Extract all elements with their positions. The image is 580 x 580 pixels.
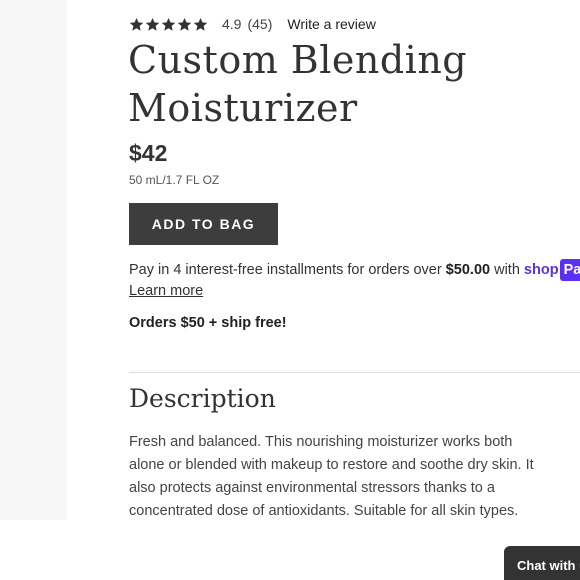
product-price: $42 [129,140,168,166]
write-review-link[interactable]: Write a review [287,16,375,32]
product-title: Custom Blending Moisturizer [128,38,468,130]
section-divider [129,372,580,373]
star-icon [193,17,208,32]
star-icon [177,17,192,32]
image-gallery-panel [0,0,67,520]
shop-pay-logo-text: shop [523,262,559,278]
star-icon [161,17,176,32]
rating-row: 4.9 (45) Write a review [129,14,376,34]
installments-message: Pay in 4 interest-free installments for … [129,259,580,281]
chat-button[interactable]: Chat with us [504,546,580,580]
review-count[interactable]: (45) [247,16,272,32]
product-page: 4.9 (45) Write a review Custom Blending … [0,0,580,580]
rating-value: 4.9 [222,16,242,32]
shop-pay-logo-box: Pay [559,259,580,281]
star-rating [129,17,208,32]
shipping-promo: Orders $50 + ship free! [129,315,287,331]
installments-amount: $50.00 [445,262,491,278]
add-to-bag-button[interactable]: ADD TO BAG [129,203,278,245]
installments-prefix: Pay in 4 interest-free installments for … [129,262,446,278]
installments-suffix: with [490,262,524,278]
star-icon [129,17,144,32]
star-icon [145,17,160,32]
description-body: Fresh and balanced. This nourishing mois… [129,434,534,519]
product-size: 50 mL/1.7 FL OZ [129,173,220,187]
learn-more-link[interactable]: Learn more [129,281,203,301]
shop-pay-logo: shopPay [523,259,580,281]
description-heading: Description [129,384,276,413]
